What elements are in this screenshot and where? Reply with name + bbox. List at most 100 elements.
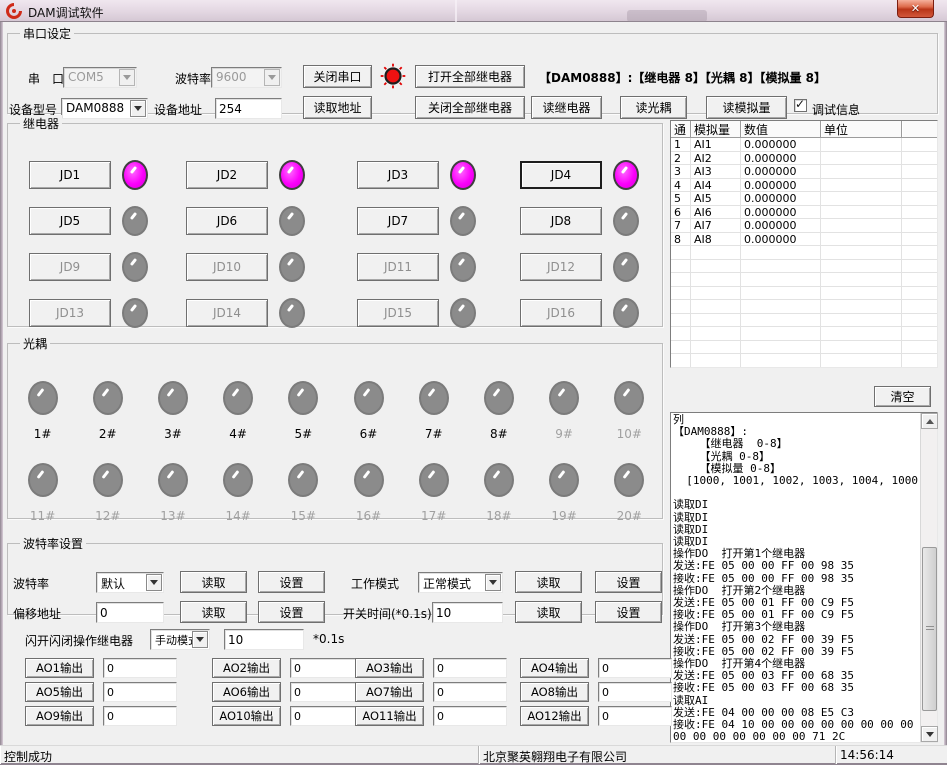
- flash-mode-select[interactable]: 手动模式: [150, 629, 210, 650]
- ao8-output-input[interactable]: [598, 682, 672, 702]
- relay-jd6-lamp: [279, 206, 305, 236]
- serial-open-led: [380, 63, 406, 89]
- work-mode-set-button[interactable]: 设置: [595, 571, 662, 593]
- relay-jd1-button[interactable]: JD1: [29, 161, 111, 189]
- relay-jd14-button[interactable]: JD14: [186, 299, 268, 327]
- flash-time-input[interactable]: [224, 629, 304, 650]
- chevron-down-icon[interactable]: [146, 574, 162, 591]
- relay-jd9-button[interactable]: JD9: [29, 253, 111, 281]
- opto-17: 17#: [419, 463, 449, 523]
- relay-jd6-button[interactable]: JD6: [186, 207, 268, 235]
- opto-19: 19#: [549, 463, 579, 523]
- scroll-down-button[interactable]: [921, 726, 938, 742]
- relay-jd7-button[interactable]: JD7: [357, 207, 439, 235]
- switch-time-read-button[interactable]: 读取: [515, 601, 582, 623]
- ao3-output-button[interactable]: AO3输出: [355, 658, 424, 678]
- triangle-up-icon: [926, 419, 934, 424]
- ao7-output-input[interactable]: [433, 682, 507, 702]
- chevron-down-icon[interactable]: [485, 574, 501, 591]
- ao-unit-6: AO6输出: [212, 682, 367, 702]
- offset-set-button[interactable]: 设置: [258, 601, 325, 623]
- ao2-output-input[interactable]: [290, 658, 364, 678]
- relay-jd5-button[interactable]: JD5: [29, 207, 111, 235]
- log-panel: 列 【DAM0888】: 【继电器 0-8】 【光耦 0-8】 【模拟量 0-8…: [670, 412, 938, 743]
- relay-unit-jd4: JD4: [520, 160, 642, 190]
- relay-jd12-lamp: [613, 252, 639, 282]
- opto-1: 1#: [28, 381, 58, 441]
- open-all-relays-button[interactable]: 打开全部继电器: [415, 65, 525, 88]
- relay-jd13-button[interactable]: JD13: [29, 299, 111, 327]
- debug-info-checkbox[interactable]: [794, 99, 807, 112]
- close-button[interactable]: ✕: [897, 0, 934, 18]
- baud-set-button[interactable]: 设置: [258, 571, 325, 593]
- relay-unit-jd12: JD12: [520, 252, 642, 282]
- relay-jd8-button[interactable]: JD8: [520, 207, 602, 235]
- ao1-output-input[interactable]: [103, 658, 177, 678]
- switch-time-set-button[interactable]: 设置: [595, 601, 662, 623]
- baud-read-button[interactable]: 读取: [180, 571, 247, 593]
- baud-settings-group: 波特率设置 波特率 默认 读取 设置 工作模式 正常模式 读取 设置 偏移地址 …: [7, 535, 663, 615]
- ao5-output-button[interactable]: AO5输出: [25, 682, 94, 702]
- opto-2-lamp: [93, 381, 123, 415]
- scroll-up-button[interactable]: [921, 413, 938, 429]
- ao3-output-input[interactable]: [433, 658, 507, 678]
- offset-addr-input[interactable]: [96, 602, 164, 623]
- work-mode-read-button[interactable]: 读取: [515, 571, 582, 593]
- close-port-button[interactable]: 关闭串口: [303, 65, 372, 88]
- switch-time-input[interactable]: [432, 602, 503, 623]
- relay-jd12-button[interactable]: JD12: [520, 253, 602, 281]
- ao9-output-input[interactable]: [103, 706, 177, 726]
- chevron-down-icon[interactable]: [264, 69, 280, 86]
- ao-unit-2: AO2输出: [212, 658, 367, 678]
- relay-jd2-button[interactable]: JD2: [186, 161, 268, 189]
- work-mode-select[interactable]: 正常模式: [418, 572, 503, 593]
- ao4-output-button[interactable]: AO4输出: [520, 658, 589, 678]
- scrollbar-thumb[interactable]: [922, 547, 937, 711]
- offset-read-button[interactable]: 读取: [180, 601, 247, 623]
- ao8-output-button[interactable]: AO8输出: [520, 682, 589, 702]
- ao6-output-input[interactable]: [290, 682, 364, 702]
- ao5-output-input[interactable]: [103, 682, 177, 702]
- relay-jd13-lamp: [122, 298, 148, 328]
- clear-button[interactable]: 清空: [874, 386, 931, 407]
- relay-jd16-lamp: [613, 298, 639, 328]
- ao10-output-button[interactable]: AO10输出: [212, 706, 281, 726]
- relay-jd4-button[interactable]: JD4: [520, 161, 602, 189]
- ao4-output-input[interactable]: [598, 658, 672, 678]
- work-mode-label: 工作模式: [351, 575, 399, 592]
- ao12-output-button[interactable]: AO12输出: [520, 706, 589, 726]
- ao-unit-8: AO8输出: [520, 682, 675, 702]
- baud-select[interactable]: 9600: [211, 67, 282, 88]
- ao7-output-button[interactable]: AO7输出: [355, 682, 424, 702]
- ao12-output-input[interactable]: [598, 706, 672, 726]
- relay-jd15-button[interactable]: JD15: [357, 299, 439, 327]
- relay-jd5-lamp: [122, 206, 148, 236]
- relay-jd3-button[interactable]: JD3: [357, 161, 439, 189]
- read-analog-button[interactable]: 读模拟量: [706, 96, 787, 119]
- flash-time-unit-label: *0.1s: [313, 632, 344, 646]
- com-port-select[interactable]: COM5: [63, 67, 137, 88]
- ao1-output-button[interactable]: AO1输出: [25, 658, 94, 678]
- ao11-output-input[interactable]: [433, 706, 507, 726]
- opto-row-1: 1# 2# 3# 4# 5# 6# 7# 8# 9# 10#: [10, 381, 662, 441]
- analog-table: 通 模拟量 数值 单位 1AI10.000000 2AI20.000000 3A…: [670, 120, 938, 368]
- ao2-output-button[interactable]: AO2输出: [212, 658, 281, 678]
- ao6-output-button[interactable]: AO6输出: [212, 682, 281, 702]
- opto-7-lamp: [419, 381, 449, 415]
- baud-setting-label: 波特率: [13, 575, 49, 592]
- col-analog: 模拟量: [691, 121, 741, 137]
- relay-unit-jd8: JD8: [520, 206, 642, 236]
- baud-default-select[interactable]: 默认: [96, 572, 164, 593]
- relay-unit-jd10: JD10: [186, 252, 308, 282]
- chevron-down-icon[interactable]: [192, 631, 208, 648]
- ao11-output-button[interactable]: AO11输出: [355, 706, 424, 726]
- ao9-output-button[interactable]: AO9输出: [25, 706, 94, 726]
- relay-jd1-lamp: [122, 160, 148, 190]
- relay-jd10-button[interactable]: JD10: [186, 253, 268, 281]
- chevron-down-icon[interactable]: [119, 69, 135, 86]
- ao10-output-input[interactable]: [290, 706, 364, 726]
- log-scrollbar[interactable]: [920, 413, 937, 742]
- relay-jd11-button[interactable]: JD11: [357, 253, 439, 281]
- relay-unit-jd15: JD15: [357, 298, 479, 328]
- relay-jd16-button[interactable]: JD16: [520, 299, 602, 327]
